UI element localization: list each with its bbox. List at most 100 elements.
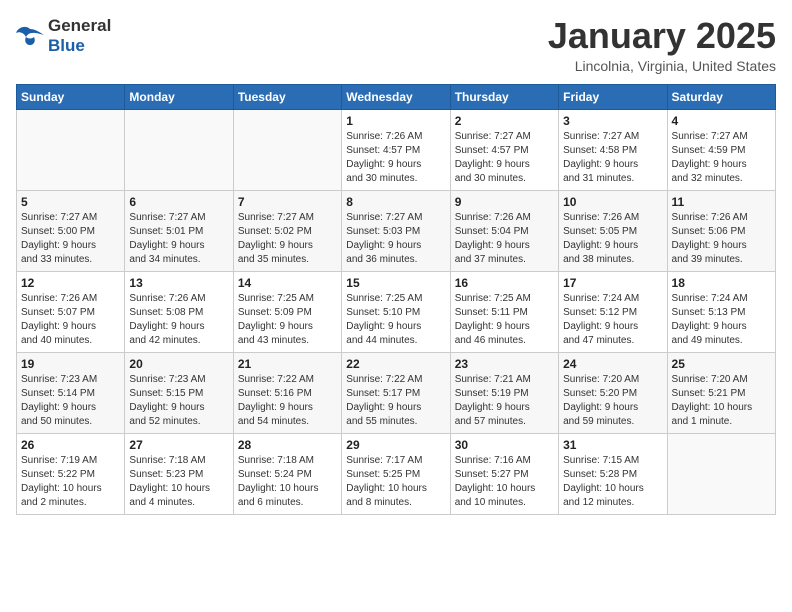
logo-bird-icon — [16, 25, 44, 47]
day-number: 9 — [455, 195, 554, 209]
day-number: 17 — [563, 276, 662, 290]
calendar-cell: 26 Sunrise: 7:19 AM Sunset: 5:22 PM Dayli… — [17, 433, 125, 514]
day-number: 20 — [129, 357, 228, 371]
calendar-cell — [233, 109, 341, 190]
calendar-table: SundayMondayTuesdayWednesdayThursdayFrid… — [16, 84, 776, 515]
logo-blue: Blue — [48, 36, 85, 55]
day-number: 26 — [21, 438, 120, 452]
calendar-cell: 20 Sunrise: 7:23 AM Sunset: 5:15 PM Dayli… — [125, 352, 233, 433]
calendar-cell: 27Sunrise: 7:18 AM Sunset: 5:23 PM Dayli… — [125, 433, 233, 514]
day-number: 23 — [455, 357, 554, 371]
day-number: 4 — [672, 114, 771, 128]
day-info: Sunrise: 7:23 AM Sunset: 5:15 PM Dayligh… — [129, 373, 228, 429]
calendar-cell: 8 Sunrise: 7:27 AM Sunset: 5:03 PM Daylig… — [342, 190, 450, 271]
day-info: Sunrise: 7:17 AM Sunset: 5:25 PM Dayligh… — [346, 454, 445, 510]
calendar-cell: 31 Sunrise: 7:15 AM Sunset: 5:28 PM Dayli… — [559, 433, 667, 514]
calendar-cell: 18 Sunrise: 7:24 AM Sunset: 5:13 PM Dayli… — [667, 271, 775, 352]
day-info: Sunrise: 7:22 AM Sunset: 5:17 PM Dayligh… — [346, 373, 445, 429]
week-row-3: 12Sunrise: 7:26 AM Sunset: 5:07 PM Dayli… — [17, 271, 776, 352]
day-info: Sunrise: 7:20 AM Sunset: 5:21 PM Dayligh… — [672, 373, 771, 429]
day-info: Sunrise: 7:18 AM Sunset: 5:24 PM Dayligh… — [238, 454, 337, 510]
calendar-cell: 4 Sunrise: 7:27 AM Sunset: 4:59 PM Daylig… — [667, 109, 775, 190]
calendar-cell — [667, 433, 775, 514]
calendar-cell: 5 Sunrise: 7:27 AM Sunset: 5:00 PM Daylig… — [17, 190, 125, 271]
day-number: 16 — [455, 276, 554, 290]
calendar-cell: 9 Sunrise: 7:26 AM Sunset: 5:04 PM Daylig… — [450, 190, 558, 271]
calendar-cell — [125, 109, 233, 190]
calendar-cell: 13 Sunrise: 7:26 AM Sunset: 5:08 PM Dayli… — [125, 271, 233, 352]
calendar-cell: 12Sunrise: 7:26 AM Sunset: 5:07 PM Dayli… — [17, 271, 125, 352]
calendar-cell: 24 Sunrise: 7:20 AM Sunset: 5:20 PM Dayli… — [559, 352, 667, 433]
day-info: Sunrise: 7:24 AM Sunset: 5:13 PM Dayligh… — [672, 292, 771, 348]
week-row-4: 19 Sunrise: 7:23 AM Sunset: 5:14 PM Dayli… — [17, 352, 776, 433]
calendar-cell: 21 Sunrise: 7:22 AM Sunset: 5:16 PM Dayli… — [233, 352, 341, 433]
logo-general: General — [48, 16, 111, 35]
calendar-cell: 10Sunrise: 7:26 AM Sunset: 5:05 PM Dayli… — [559, 190, 667, 271]
day-info: Sunrise: 7:26 AM Sunset: 5:05 PM Dayligh… — [563, 211, 662, 267]
day-number: 15 — [346, 276, 445, 290]
day-info: Sunrise: 7:27 AM Sunset: 5:01 PM Dayligh… — [129, 211, 228, 267]
day-info: Sunrise: 7:27 AM Sunset: 4:59 PM Dayligh… — [672, 130, 771, 186]
calendar-cell: 15 Sunrise: 7:25 AM Sunset: 5:10 PM Dayli… — [342, 271, 450, 352]
day-info: Sunrise: 7:20 AM Sunset: 5:20 PM Dayligh… — [563, 373, 662, 429]
day-number: 24 — [563, 357, 662, 371]
calendar-cell: 25 Sunrise: 7:20 AM Sunset: 5:21 PM Dayli… — [667, 352, 775, 433]
day-info: Sunrise: 7:27 AM Sunset: 5:03 PM Dayligh… — [346, 211, 445, 267]
day-number: 21 — [238, 357, 337, 371]
day-info: Sunrise: 7:19 AM Sunset: 5:22 PM Dayligh… — [21, 454, 120, 510]
header-day-tuesday: Tuesday — [233, 84, 341, 109]
header-day-saturday: Saturday — [667, 84, 775, 109]
calendar-cell: 23Sunrise: 7:21 AM Sunset: 5:19 PM Dayli… — [450, 352, 558, 433]
logo: General Blue — [16, 16, 111, 56]
day-number: 28 — [238, 438, 337, 452]
header-day-sunday: Sunday — [17, 84, 125, 109]
day-info: Sunrise: 7:22 AM Sunset: 5:16 PM Dayligh… — [238, 373, 337, 429]
day-info: Sunrise: 7:27 AM Sunset: 5:00 PM Dayligh… — [21, 211, 120, 267]
calendar-cell: 19 Sunrise: 7:23 AM Sunset: 5:14 PM Dayli… — [17, 352, 125, 433]
header-day-monday: Monday — [125, 84, 233, 109]
day-info: Sunrise: 7:27 AM Sunset: 4:57 PM Dayligh… — [455, 130, 554, 186]
day-info: Sunrise: 7:26 AM Sunset: 5:06 PM Dayligh… — [672, 211, 771, 267]
day-number: 22 — [346, 357, 445, 371]
calendar-cell: 3 Sunrise: 7:27 AM Sunset: 4:58 PM Daylig… — [559, 109, 667, 190]
day-info: Sunrise: 7:15 AM Sunset: 5:28 PM Dayligh… — [563, 454, 662, 510]
calendar-cell: 22 Sunrise: 7:22 AM Sunset: 5:17 PM Dayli… — [342, 352, 450, 433]
calendar-cell: 1Sunrise: 7:26 AM Sunset: 4:57 PM Daylig… — [342, 109, 450, 190]
week-row-5: 26 Sunrise: 7:19 AM Sunset: 5:22 PM Dayli… — [17, 433, 776, 514]
day-number: 31 — [563, 438, 662, 452]
calendar-cell: 7Sunrise: 7:27 AM Sunset: 5:02 PM Daylig… — [233, 190, 341, 271]
calendar-cell: 17 Sunrise: 7:24 AM Sunset: 5:12 PM Dayli… — [559, 271, 667, 352]
day-info: Sunrise: 7:25 AM Sunset: 5:10 PM Dayligh… — [346, 292, 445, 348]
day-info: Sunrise: 7:26 AM Sunset: 5:08 PM Dayligh… — [129, 292, 228, 348]
header-row: SundayMondayTuesdayWednesdayThursdayFrid… — [17, 84, 776, 109]
day-number: 3 — [563, 114, 662, 128]
day-number: 30 — [455, 438, 554, 452]
day-info: Sunrise: 7:27 AM Sunset: 5:02 PM Dayligh… — [238, 211, 337, 267]
day-number: 8 — [346, 195, 445, 209]
calendar-cell: 16Sunrise: 7:25 AM Sunset: 5:11 PM Dayli… — [450, 271, 558, 352]
day-number: 13 — [129, 276, 228, 290]
calendar-cell: 14Sunrise: 7:25 AM Sunset: 5:09 PM Dayli… — [233, 271, 341, 352]
week-row-2: 5 Sunrise: 7:27 AM Sunset: 5:00 PM Daylig… — [17, 190, 776, 271]
day-info: Sunrise: 7:18 AM Sunset: 5:23 PM Dayligh… — [129, 454, 228, 510]
calendar-cell: 6Sunrise: 7:27 AM Sunset: 5:01 PM Daylig… — [125, 190, 233, 271]
page-header: General Blue January 2025 Lincolnia, Vir… — [16, 16, 776, 74]
day-info: Sunrise: 7:24 AM Sunset: 5:12 PM Dayligh… — [563, 292, 662, 348]
calendar-cell — [17, 109, 125, 190]
calendar-title: January 2025 — [548, 16, 776, 56]
day-info: Sunrise: 7:25 AM Sunset: 5:09 PM Dayligh… — [238, 292, 337, 348]
day-number: 11 — [672, 195, 771, 209]
calendar-cell: 28 Sunrise: 7:18 AM Sunset: 5:24 PM Dayli… — [233, 433, 341, 514]
day-number: 29 — [346, 438, 445, 452]
day-number: 12 — [21, 276, 120, 290]
day-info: Sunrise: 7:27 AM Sunset: 4:58 PM Dayligh… — [563, 130, 662, 186]
day-number: 25 — [672, 357, 771, 371]
day-number: 5 — [21, 195, 120, 209]
calendar-subtitle: Lincolnia, Virginia, United States — [548, 58, 776, 74]
day-number: 18 — [672, 276, 771, 290]
day-info: Sunrise: 7:23 AM Sunset: 5:14 PM Dayligh… — [21, 373, 120, 429]
day-number: 19 — [21, 357, 120, 371]
day-info: Sunrise: 7:26 AM Sunset: 5:04 PM Dayligh… — [455, 211, 554, 267]
logo-text: General Blue — [48, 16, 111, 56]
title-block: January 2025 Lincolnia, Virginia, United… — [548, 16, 776, 74]
